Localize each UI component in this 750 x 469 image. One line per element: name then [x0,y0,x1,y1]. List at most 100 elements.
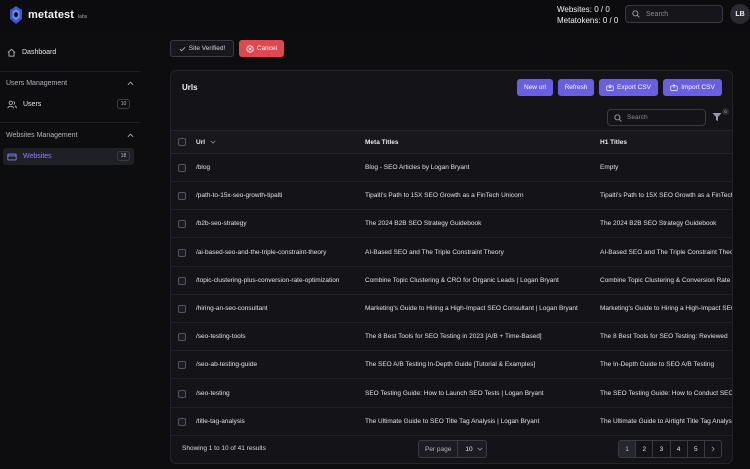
page-button[interactable]: 3 [653,441,671,457]
row-checkbox[interactable] [178,305,186,313]
user-avatar[interactable]: LB [730,4,750,24]
usage-counts: Websites: 0 / 0 Metatokens: 0 / 0 [557,4,618,26]
divider [0,122,140,123]
section-users-management[interactable]: Users Management [6,80,134,87]
column-header-url[interactable]: Url [196,139,216,146]
table-row[interactable]: /path-to-15x-seo-growth-tipalti Tipalti's… [171,182,733,211]
page-button[interactable]: 5 [688,441,705,457]
row-checkbox[interactable] [178,248,186,257]
select-all-checkbox[interactable] [178,138,186,146]
h1-title-cell: The SEO Testing Guide: How to Conduct SE… [600,389,733,397]
cancel-button[interactable]: Cancel [239,40,284,57]
download-icon [606,84,614,91]
meta-title-cell: The Ultimate Guide to SEO Title Tag Anal… [365,417,540,425]
refresh-button[interactable]: Refresh [558,79,594,96]
app-name: metatest [28,9,75,21]
meta-title-cell: Marketing's Guide to Hiring a High-Impac… [365,305,578,312]
site-verified-button[interactable]: Site Verified! [170,40,234,57]
upload-icon [670,84,678,91]
sidebar-item-label: Users [23,101,42,108]
section-websites-management[interactable]: Websites Management [6,132,134,139]
global-search-input[interactable]: Search [625,5,723,23]
search-icon [632,10,640,18]
app-logo[interactable]: metatest labs [8,5,87,25]
site-verified-label: Site Verified! [188,45,226,52]
chevron-down-icon [477,447,483,451]
table-row[interactable]: /title-tag-analysis The Ultimate Guide to… [171,408,733,436]
per-page-select[interactable]: Per page 10 [418,440,487,458]
table-row[interactable]: /seo-testing-tools The 8 Best Tools for S… [171,323,732,352]
search-icon [614,113,622,122]
export-csv-button[interactable]: Export CSV [599,79,658,96]
users-count-badge: 10 [117,99,130,109]
new-url-button[interactable]: New url [517,79,553,96]
filter-icon[interactable] [712,112,722,122]
table-row[interactable]: /blog Blog - SEO Articles by Logan Bryant… [171,154,732,182]
app-sub: labs [78,13,88,20]
page-button[interactable]: 1 [619,441,637,457]
row-checkbox[interactable] [178,389,186,398]
results-summary: Showing 1 to 10 of 41 results [182,445,266,452]
per-page-label: Per page [419,441,459,457]
table-search-input[interactable]: Search [607,109,706,126]
url-cell: /path-to-15x-seo-growth-tipalti [196,192,283,200]
table-row[interactable]: /topic-clustering-plus-conversion-rate-o… [171,267,732,295]
meta-title-cell: Blog - SEO Articles by Logan Bryant [365,164,470,171]
url-cell: /seo-ab-testing-guide [196,361,258,369]
meta-title-cell: SEO Testing Guide: How to Launch SEO Tes… [365,389,544,397]
sidebar-item-dashboard[interactable]: Dashboard [3,44,134,61]
check-icon [179,46,186,51]
table-row[interactable]: /ai-based-seo-and-the-triple-constraint-… [171,239,732,267]
h1-title-cell: Combine Topic Clustering & Conversion Ra… [600,276,732,284]
page-button[interactable]: 2 [636,441,654,457]
websites-icon [7,153,17,160]
url-cell: /title-tag-analysis [196,417,245,425]
url-cell: /topic-clustering-plus-conversion-rate-o… [196,276,340,284]
h1-title-cell: Tipalti's Path to 15X SEO Growth as a Fi… [600,192,733,200]
h1-title-cell: The 8 Best Tools for SEO Testing: Review… [600,333,728,341]
row-checkbox[interactable] [178,164,186,172]
per-page-value: 10 [465,445,473,453]
url-cell: /b2b-seo-strategy [196,220,247,228]
url-cell: /seo-testing-tools [196,333,246,341]
h1-title-cell: Empty [600,164,619,171]
h1-title-cell: The Ultimate Guide to Airtight Title Tag… [600,417,733,425]
row-checkbox[interactable] [178,276,186,285]
sidebar-item-users[interactable]: Users 10 [3,96,134,113]
users-icon [7,100,17,109]
row-checkbox[interactable] [178,333,186,342]
metatokens-count: Metatokens: 0 / 0 [557,16,619,25]
sidebar-item-websites[interactable]: Websites 18 [3,148,134,165]
home-icon [7,48,16,57]
sidebar: Dashboard Users Management Users 10 Webs… [0,31,140,469]
h1-title-cell: The 2024 B2B SEO Strategy Guidebook [600,220,717,228]
h1-title-cell: Marketing's Guide to Hiring a High-Impac… [600,305,732,312]
table-row[interactable]: /b2b-seo-strategy The 2024 B2B SEO Strate… [171,210,732,239]
table-row[interactable]: /hiring-an-seo-consultant Marketing's Gui… [171,295,732,323]
sidebar-item-label: Websites [23,153,52,160]
row-checkbox[interactable] [178,220,186,229]
close-circle-icon [246,44,254,53]
table-row[interactable]: /seo-testing SEO Testing Guide: How to La… [171,380,733,408]
url-cell: /hiring-an-seo-consultant [196,305,268,312]
next-page-button[interactable] [705,441,721,457]
row-checkbox[interactable] [178,361,186,370]
new-url-label: New url [523,84,547,91]
row-checkbox[interactable] [178,417,186,426]
import-csv-button[interactable]: Import CSV [663,79,722,96]
row-checkbox[interactable] [178,192,186,201]
table-row[interactable]: /seo-ab-testing-guide The SEO A/B Testing… [171,351,732,380]
pagination: 1 2 3 4 5 [618,440,722,458]
column-header-h1-titles[interactable]: H1 Titles [600,139,627,146]
meta-title-cell: The 2024 B2B SEO Strategy Guidebook [365,220,482,228]
url-cell: /seo-testing [196,389,230,397]
url-cell: /blog [196,164,211,171]
import-csv-label: Import CSV [681,84,715,91]
url-cell: /ai-based-seo-and-the-triple-constraint-… [196,248,327,256]
column-header-meta-titles[interactable]: Meta Titles [365,139,398,146]
meta-title-cell: Combine Topic Clustering & CRO for Organ… [365,276,559,284]
top-bar: metatest labs Websites: 0 / 0 Metatokens… [0,0,750,31]
page-button[interactable]: 4 [671,441,688,457]
meta-title-cell: AI-Based SEO and The Triple Constraint T… [365,248,504,256]
meta-title-cell: Tipalti's Path to 15X SEO Growth as a Fi… [365,192,524,200]
